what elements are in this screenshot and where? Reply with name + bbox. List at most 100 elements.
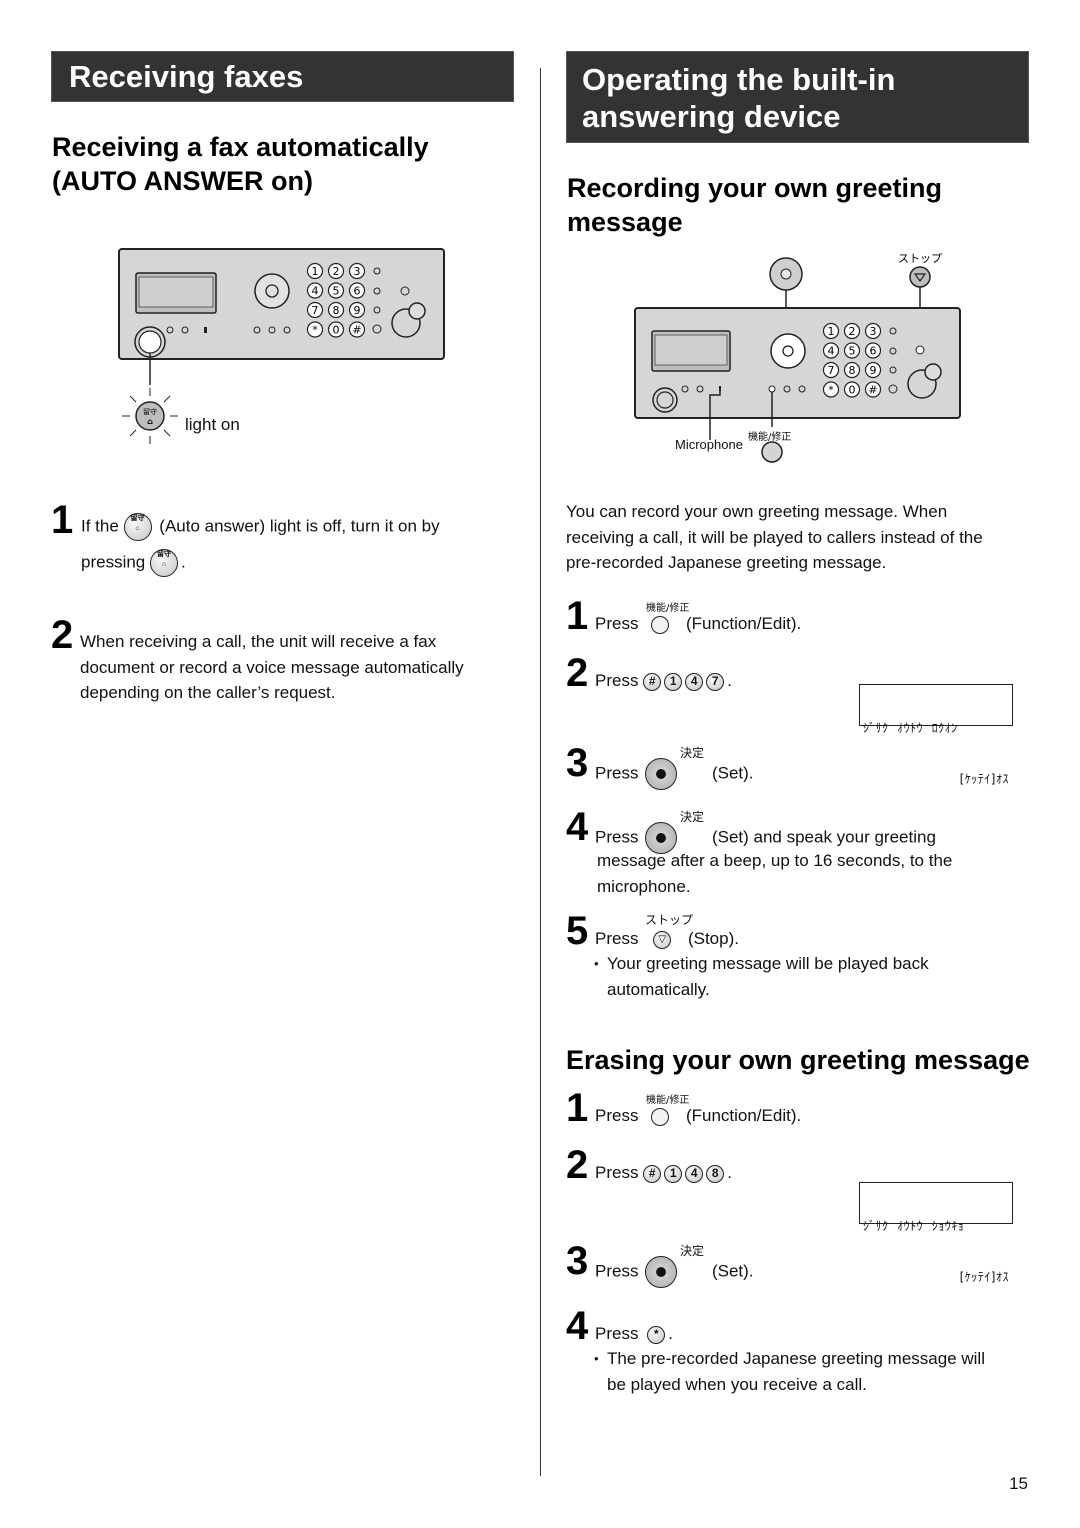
fax-control-panel-diagram: 1 2 3 4 5 6 7 8 9 * 0 # 留守 ⌂ (118, 248, 445, 444)
banner-title-line2: answering device (582, 99, 841, 134)
bullet-note: Your greeting message will be played bac… (594, 951, 929, 1002)
function-edit-key-icon (651, 615, 670, 634)
step-text: If the (81, 516, 119, 536)
recording-intro: You can record your own greeting message… (566, 499, 983, 576)
step-text: . (727, 671, 732, 690)
key-hash-icon: # (643, 1164, 662, 1183)
svg-text:留守: 留守 (143, 407, 157, 416)
keypad-key-label: 5 (333, 285, 340, 298)
keypad-key-label: 0 (333, 324, 340, 337)
section-title-line1: Receiving a fax automatically (52, 132, 429, 162)
step-text: . (181, 552, 186, 572)
page-number: 15 (1009, 1474, 1028, 1493)
keypad-key-label: 8 (333, 304, 340, 317)
key-8-icon: 8 (706, 1164, 725, 1183)
lcd-readout-record: ｼﾞｻｸ ｵｳﾄｳ ﾛｸｵﾝ [ｹｯﾃｲ]ｵｽ (859, 684, 1013, 786)
stop-key-callout (909, 266, 931, 288)
recording-step-4-cont: message after a beep, up to 16 seconds, … (597, 848, 952, 899)
bullet-line: The pre-recorded Japanese greeting messa… (607, 1349, 985, 1368)
step-number: 5 (566, 909, 589, 953)
keypad-key-label: 7 (828, 364, 835, 377)
lcd-readout-erase: ｼﾞｻｸ ｵｳﾄｳ ｼｮｳｷｮ [ｹｯﾃｲ]ｵｽ (859, 1182, 1013, 1284)
key-hash-icon: # (643, 672, 662, 691)
lcd-line1: ｼﾞｻｸ ｵｳﾄｳ ｼｮｳｷｮ (863, 1219, 965, 1233)
step-text: . (668, 1324, 673, 1343)
key-4-icon: 4 (685, 672, 704, 691)
bullet-line: Your greeting message will be played bac… (607, 954, 929, 973)
function-edit-key-callout (761, 441, 783, 463)
step-text: Press (595, 827, 639, 847)
banner-title-line1: Operating the built-in (582, 62, 896, 97)
step-text-line: When receiving a call, the unit will rec… (80, 632, 437, 651)
section-title-erasing: Erasing your own greeting message (566, 1045, 1030, 1075)
banner-title: Receiving faxes (69, 59, 304, 94)
step-text: (Function/Edit). (685, 614, 802, 633)
lcd-line1: ｼﾞｻｸ ｵｳﾄｳ ﾛｸｵﾝ (863, 721, 958, 735)
section-title-line1: Recording your own greeting (567, 173, 943, 203)
step-number: 1 (51, 498, 74, 542)
set-key-icon (645, 758, 678, 790)
intro-line: You can record your own greeting message… (566, 502, 948, 521)
step-number: 2 (51, 613, 74, 657)
keypad-key-label: 1 (312, 265, 319, 278)
step-2-text: When receiving a call, the unit will rec… (80, 629, 464, 706)
step-text: (Set). (711, 763, 754, 783)
step-text: (Stop). (687, 929, 739, 948)
step-number: 1 (566, 1086, 589, 1130)
keypad-key-label: 6 (870, 345, 877, 358)
svg-text:⌂: ⌂ (147, 417, 153, 426)
step-text: Press (595, 614, 639, 633)
intro-line: pre-recorded Japanese greeting message. (566, 553, 887, 572)
keypad-key-label: 3 (870, 325, 877, 338)
step-text: (Function/Edit). (685, 1106, 802, 1125)
step-number: 3 (566, 1239, 589, 1283)
lcd-line2: [ｹｯﾃｲ]ｵｽ (959, 772, 1009, 786)
keypad-key-label: 9 (870, 364, 877, 377)
keypad-key-label: * (312, 324, 318, 337)
intro-line: receiving a call, it will be played to c… (566, 527, 983, 547)
step-text: . (727, 1163, 732, 1182)
step-number: 2 (566, 651, 589, 695)
step-text: (Auto answer) light is off, turn it on b… (159, 516, 440, 536)
step-number: 2 (566, 1143, 589, 1187)
step-text-line: document or record a voice message autom… (80, 657, 464, 677)
function-edit-label: 機能/修正 (748, 432, 792, 443)
step-text-line: depending on the caller’s request. (80, 683, 336, 702)
function-edit-key-icon (651, 1107, 670, 1126)
step-text: Press (595, 1324, 639, 1343)
step-text: Press (595, 929, 639, 948)
step-1-line-2: pressing 留守 ⌂. (81, 549, 186, 577)
step-text-line: microphone. (597, 876, 691, 896)
erasing-step-3: Press (Set). (595, 1256, 754, 1288)
step-number: 4 (566, 805, 589, 849)
key-1-icon: 1 (664, 672, 683, 691)
stop-key-icon: ▽ (653, 930, 672, 949)
key-1-icon: 1 (664, 1164, 683, 1183)
erasing-step-2: Press #1 4 8. (595, 1160, 732, 1185)
step-text: Press (595, 1261, 639, 1281)
recording-step-3: Press (Set). (595, 758, 754, 790)
keypad-key-label: 4 (828, 345, 835, 358)
recording-step-1: Press (Function/Edit). (595, 611, 801, 636)
recording-step-2: Press #1 4 7. (595, 668, 732, 693)
key-star-icon: * (647, 1325, 666, 1344)
step-text: (Set). (711, 1261, 754, 1281)
keypad-key-label: 6 (354, 285, 361, 298)
stop-label: ストップ (898, 252, 942, 265)
light-on-label: light on (185, 415, 240, 434)
recording-step-5: Press ▽ (Stop). (595, 926, 739, 951)
step-text: Press (595, 671, 639, 690)
keypad-key-label: 3 (354, 265, 361, 278)
set-key-icon (645, 1256, 678, 1288)
bullet-line: be played when you receive a call. (607, 1374, 867, 1394)
keypad-key-label: 8 (849, 364, 856, 377)
keypad-key-label: 9 (354, 304, 361, 317)
column-divider (540, 68, 541, 1476)
key-4-icon: 4 (685, 1164, 704, 1183)
step-1-line-1: If the 留守 ⌂ (Auto answer) light is off, t… (81, 513, 440, 541)
step-number: 4 (566, 1304, 589, 1348)
keypad-key-label: # (352, 324, 361, 337)
section-title-line2: (AUTO ANSWER on) (52, 166, 313, 196)
key-7-icon: 7 (706, 672, 725, 691)
step-text-line: message after a beep, up to 16 seconds, … (597, 851, 953, 870)
